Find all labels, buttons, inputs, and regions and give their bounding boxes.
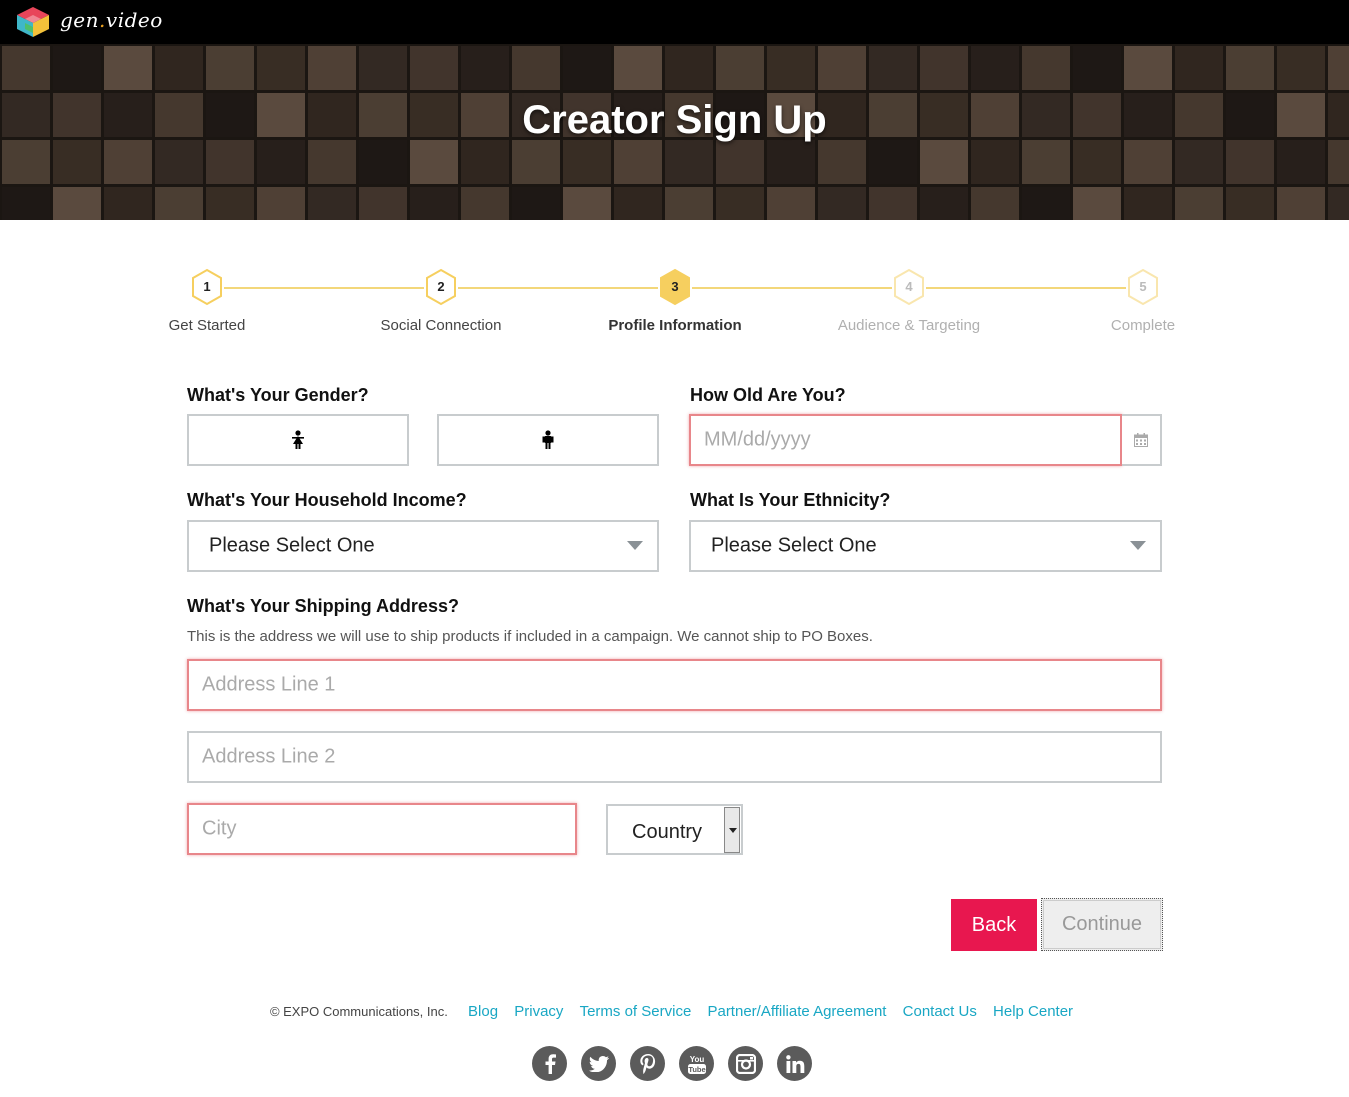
step-label: Social Connection	[380, 317, 502, 334]
ethnicity-label: What Is Your Ethnicity?	[690, 490, 891, 510]
step-complete: 5 Complete	[1053, 268, 1233, 334]
chevron-down-icon	[1130, 541, 1146, 550]
footer-link-privacy[interactable]: Privacy	[514, 1003, 563, 1020]
hexagon-icon: 1	[190, 268, 224, 306]
income-label: What's Your Household Income?	[187, 490, 467, 510]
youtube-icon[interactable]: You Tube	[679, 1046, 714, 1081]
step-label: Audience & Targeting	[837, 317, 981, 334]
page-title: Creator Sign Up	[522, 98, 827, 142]
date-of-birth-placeholder: MM/dd/yyyy	[704, 428, 811, 451]
step-get-started: 1 Get Started	[117, 268, 297, 334]
footer-links: © EXPO Communications, Inc. Blog Privacy…	[0, 1003, 1349, 1020]
instagram-icon[interactable]	[728, 1046, 763, 1081]
gender-female-button[interactable]	[187, 414, 409, 466]
copyright-text: © EXPO Communications, Inc.	[269, 1004, 448, 1019]
linkedin-icon[interactable]	[777, 1046, 812, 1081]
pinterest-icon[interactable]	[630, 1046, 665, 1081]
country-selected-value: Country	[632, 821, 703, 843]
footer-link-partner-agreement[interactable]: Partner/Affiliate Agreement	[707, 1003, 886, 1020]
income-selected-value: Please Select One	[209, 534, 375, 557]
facebook-icon[interactable]	[532, 1046, 567, 1081]
age-label: How Old Are You?	[690, 385, 846, 405]
step-label: Complete	[1110, 317, 1176, 334]
ethnicity-select[interactable]: Please Select One	[689, 520, 1162, 572]
address-line-1-placeholder: Address Line 1	[202, 673, 336, 696]
address-line-1-input[interactable]: Address Line 1	[187, 659, 1162, 711]
address-line-2-input[interactable]: Address Line 2	[187, 731, 1162, 783]
hexagon-icon: 4	[892, 268, 926, 306]
calendar-button[interactable]	[1122, 414, 1162, 466]
calendar-icon	[1134, 433, 1148, 447]
footer-link-blog[interactable]: Blog	[468, 1003, 498, 1020]
hero-banner: Creator Sign Up	[0, 44, 1349, 220]
gender-male-button[interactable]	[437, 414, 659, 466]
step-social-connection: 2 Social Connection	[351, 268, 531, 334]
twitter-icon[interactable]	[581, 1046, 616, 1081]
dropdown-arrow-icon[interactable]	[724, 807, 740, 853]
genvideo-logo-icon[interactable]	[16, 6, 50, 38]
footer-link-contact[interactable]: Contact Us	[903, 1003, 977, 1020]
city-input[interactable]: City	[187, 803, 577, 855]
male-icon	[542, 430, 554, 449]
female-icon	[292, 430, 304, 449]
continue-button[interactable]: Continue	[1041, 898, 1163, 951]
brand-name[interactable]: gen.video	[60, 8, 163, 32]
ethnicity-selected-value: Please Select One	[711, 534, 877, 557]
footer-link-terms[interactable]: Terms of Service	[580, 1003, 692, 1020]
hexagon-icon: 3	[658, 268, 692, 306]
step-label: Get Started	[168, 317, 246, 334]
social-links: You Tube	[532, 1046, 812, 1081]
chevron-down-icon	[627, 541, 643, 550]
step-label: Profile Information	[608, 317, 742, 334]
svg-text:You: You	[689, 1055, 704, 1064]
step-audience-targeting: 4 Audience & Targeting	[819, 268, 999, 334]
svg-text:Tube: Tube	[688, 1065, 705, 1074]
step-profile-information: 3 Profile Information	[585, 268, 765, 334]
country-select[interactable]: Country	[606, 804, 743, 855]
gender-label: What's Your Gender?	[187, 385, 369, 405]
footer-link-help-center[interactable]: Help Center	[993, 1003, 1073, 1020]
top-nav-bar: gen.video	[0, 0, 1349, 44]
shipping-address-label: What's Your Shipping Address?	[187, 596, 459, 616]
shipping-address-helper: This is the address we will use to ship …	[187, 628, 873, 645]
address-line-2-placeholder: Address Line 2	[202, 745, 336, 768]
hexagon-icon: 5	[1126, 268, 1160, 306]
progress-stepper: 1 Get Started 2 Social Connection 3 Prof…	[0, 268, 1349, 348]
hexagon-icon: 2	[424, 268, 458, 306]
household-income-select[interactable]: Please Select One	[187, 520, 659, 572]
date-of-birth-input[interactable]: MM/dd/yyyy	[689, 414, 1122, 466]
back-button[interactable]: Back	[951, 899, 1037, 951]
city-placeholder: City	[202, 817, 237, 840]
